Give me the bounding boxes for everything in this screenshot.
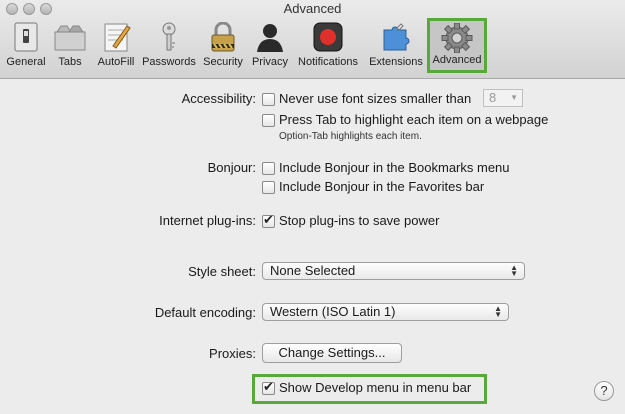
toolbar-advanced[interactable]: Advanced: [427, 18, 487, 73]
chevron-down-icon: ▼: [510, 93, 518, 102]
key-icon: [162, 22, 176, 51]
toolbar-notifications[interactable]: Notifications: [294, 20, 362, 74]
stop-plugins-text: Stop plug-ins to save power: [279, 213, 440, 228]
proxies-label: Proxies:: [209, 346, 256, 361]
min-font-size-value: 8: [489, 90, 497, 105]
tab-highlight-text: Press Tab to highlight each item on a we…: [279, 112, 549, 127]
title-bar: Advanced General Tabs AutoFill Passwords…: [0, 0, 625, 79]
toolbar-extensions[interactable]: Extensions: [365, 20, 427, 74]
help-button[interactable]: ?: [594, 381, 614, 401]
record-button-icon: [313, 22, 343, 52]
toolbar-autofill-label: AutoFill: [97, 56, 135, 68]
encoding-value: Western (ISO Latin 1): [270, 304, 396, 319]
preferences-window: Advanced General Tabs AutoFill Passwords…: [0, 0, 625, 414]
accessibility-label: Accessibility:: [181, 91, 256, 106]
min-font-size-checkbox[interactable]: [262, 93, 275, 106]
encoding-label: Default encoding:: [154, 305, 256, 320]
tab-highlight-checkbox[interactable]: [262, 114, 275, 127]
toolbar-notifications-label: Notifications: [298, 56, 358, 68]
pencil-form-icon: [104, 23, 131, 52]
toolbar-tabs-label: Tabs: [58, 56, 82, 68]
up-down-arrows-icon: ▲ ▼: [494, 304, 502, 319]
toolbar-extensions-label: Extensions: [369, 56, 423, 68]
up-down-arrows-icon: ▲ ▼: [510, 263, 518, 278]
toolbar-autofill[interactable]: AutoFill: [92, 20, 140, 74]
toolbar-security-label: Security: [203, 56, 243, 68]
plugins-label: Internet plug-ins:: [159, 213, 256, 228]
change-settings-button[interactable]: Change Settings...: [262, 343, 402, 363]
toolbar-passwords-label: Passwords: [142, 56, 196, 68]
bonjour-label: Bonjour:: [207, 160, 256, 175]
bonjour-bookmarks-text: Include Bonjour in the Bookmarks menu: [279, 160, 510, 175]
style-sheet-select[interactable]: None Selected ▲ ▼: [262, 262, 525, 280]
encoding-select[interactable]: Western (ISO Latin 1) ▲ ▼: [262, 303, 509, 321]
toolbar-general[interactable]: General: [4, 20, 48, 74]
toolbar-general-label: General: [6, 56, 46, 68]
puzzle-icon: [383, 23, 410, 51]
bonjour-favorites-text: Include Bonjour in the Favorites bar: [279, 179, 485, 194]
toolbar-passwords[interactable]: Passwords: [141, 20, 197, 74]
tab-highlight-hint: Option-Tab highlights each item.: [279, 131, 422, 142]
toolbar-advanced-label: Advanced: [432, 54, 482, 66]
show-develop-text: Show Develop menu in menu bar: [279, 380, 472, 395]
toolbar-security[interactable]: Security: [200, 20, 246, 74]
style-sheet-label: Style sheet:: [188, 264, 256, 279]
bonjour-favorites-checkbox[interactable]: [262, 181, 275, 194]
window-title: Advanced: [283, 1, 342, 16]
min-font-size-select[interactable]: 8 ▼: [483, 89, 523, 107]
style-sheet-value: None Selected: [270, 263, 356, 278]
tabs-icon: [54, 25, 86, 51]
toolbar-tabs[interactable]: Tabs: [50, 20, 90, 74]
min-font-size-text: Never use font sizes smaller than: [279, 91, 472, 106]
gear-icon: [441, 23, 473, 53]
show-develop-checkbox[interactable]: [262, 379, 275, 395]
toolbar-privacy[interactable]: Privacy: [249, 20, 291, 74]
person-silhouette-icon: [257, 24, 283, 52]
padlock-icon: [211, 22, 235, 52]
stop-plugins-checkbox[interactable]: [262, 212, 275, 228]
toolbar-privacy-label: Privacy: [251, 56, 289, 68]
switch-icon: [14, 22, 38, 52]
bonjour-bookmarks-checkbox[interactable]: [262, 162, 275, 175]
